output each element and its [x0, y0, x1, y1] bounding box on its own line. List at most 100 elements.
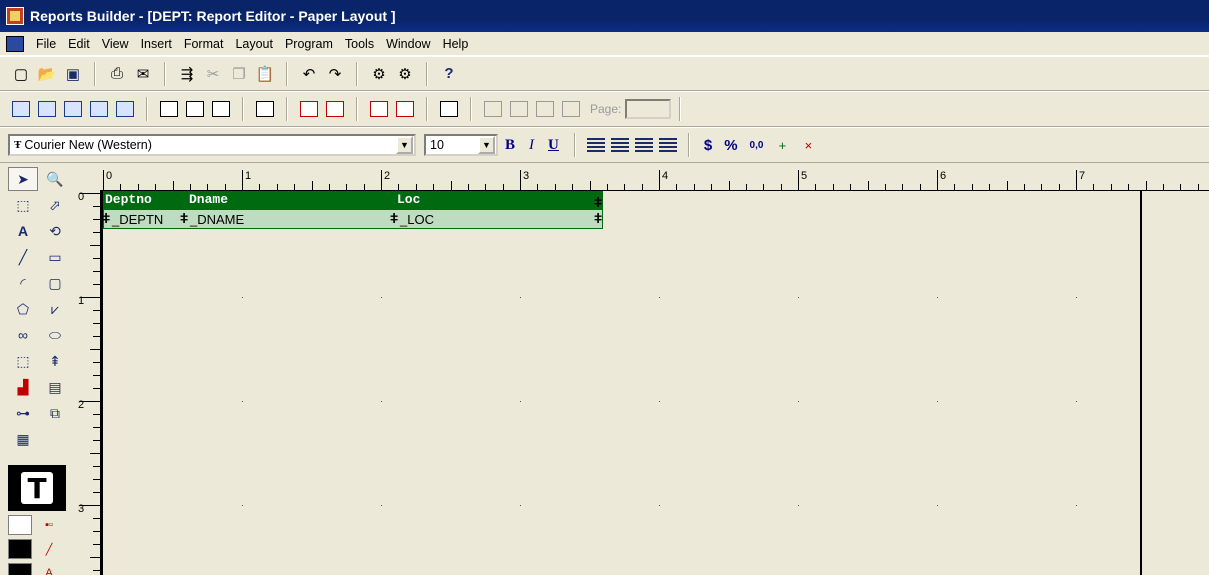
polyline-tool-icon[interactable]: ⩗	[40, 297, 70, 321]
field-dname[interactable]: _DNAME	[190, 212, 244, 227]
chevron-down-icon[interactable]: ▼	[478, 136, 495, 154]
cut-icon[interactable]: ✂	[202, 63, 224, 85]
align-center-icon[interactable]	[610, 138, 629, 152]
query-tool-icon[interactable]: ▦	[8, 427, 38, 451]
frame-select-tool-icon[interactable]: ⬚	[8, 193, 38, 217]
menu-layout[interactable]: Layout	[229, 35, 279, 53]
underline-button[interactable]: U	[548, 137, 559, 154]
polygon-tool-icon[interactable]: ⬠	[8, 297, 38, 321]
header-section-icon[interactable]	[158, 98, 180, 120]
text-color-swatch[interactable]	[8, 563, 32, 575]
bring-forward-icon[interactable]	[368, 98, 390, 120]
paper-layout-icon[interactable]	[62, 98, 84, 120]
repeating-frame[interactable]: ǂ _DEPTN ǂ _DNAME ǂ _LOC ǂ ǂ	[102, 194, 603, 229]
fill-color-icon[interactable]: ▪▫	[38, 515, 60, 535]
confine-mode-icon[interactable]	[254, 98, 276, 120]
menu-insert[interactable]: Insert	[135, 35, 178, 53]
button-tool-icon[interactable]: ⧉	[40, 401, 70, 425]
paper-design-icon[interactable]	[88, 98, 110, 120]
line-color-swatch[interactable]	[8, 539, 32, 559]
link-file-tool-icon[interactable]: ⊶	[8, 401, 38, 425]
chart-tool-icon[interactable]: ▟	[8, 375, 38, 399]
select-parent-icon[interactable]	[324, 98, 346, 120]
font-name-select[interactable]: Ŧ Courier New (Western) ▼	[8, 134, 416, 156]
menu-tools[interactable]: Tools	[339, 35, 380, 53]
line-tool-icon[interactable]: ╱	[8, 245, 38, 269]
rectangle-tool-icon[interactable]: ▭	[40, 245, 70, 269]
field-loc[interactable]: _LOC	[400, 212, 434, 227]
freehand-tool-icon[interactable]: ∞	[8, 323, 38, 347]
print-icon[interactable]: ⎙	[106, 63, 128, 85]
percent-button[interactable]: %	[724, 137, 737, 154]
paste-icon[interactable]: 📋	[254, 63, 276, 85]
frame-tool-icon[interactable]: ⬚	[8, 349, 38, 373]
open-icon[interactable]: 📂	[36, 63, 58, 85]
send-backward-icon[interactable]	[394, 98, 416, 120]
flex-mode-icon[interactable]	[298, 98, 320, 120]
menu-help[interactable]: Help	[437, 35, 475, 53]
align-objects-icon[interactable]	[438, 98, 460, 120]
help-icon[interactable]: ?	[438, 63, 460, 85]
mail-icon[interactable]: ✉	[132, 63, 154, 85]
header-frame[interactable]: Deptno Dname Loc	[103, 191, 603, 209]
grid-dot	[659, 505, 660, 506]
text-tool-preview[interactable]: T	[8, 465, 66, 511]
next-page-icon[interactable]	[534, 98, 556, 120]
chevron-down-icon[interactable]: ▼	[396, 136, 413, 154]
copy-icon[interactable]: ❐	[228, 63, 250, 85]
menu-window[interactable]: Window	[380, 35, 436, 53]
previous-page-icon[interactable]	[508, 98, 530, 120]
save-icon[interactable]: ▣	[62, 63, 84, 85]
currency-button[interactable]: $	[704, 137, 712, 154]
page-number-input[interactable]	[625, 99, 672, 119]
align-right-icon[interactable]	[634, 138, 653, 152]
menu-format[interactable]: Format	[178, 35, 230, 53]
last-page-icon[interactable]	[560, 98, 582, 120]
menu-view[interactable]: View	[96, 35, 135, 53]
commas-button[interactable]: 0,0	[750, 140, 764, 151]
ellipse-tool-icon[interactable]: ⬭	[40, 323, 70, 347]
data-model-icon[interactable]	[10, 98, 32, 120]
add-decimal-icon[interactable]: +	[771, 134, 793, 156]
font-size-select[interactable]: 10 ▼	[424, 134, 498, 156]
label-loc[interactable]: Loc	[397, 192, 420, 207]
arc-tool-icon[interactable]: ◜	[8, 271, 38, 295]
run-web-icon[interactable]: ⚙	[394, 63, 416, 85]
justify-icon[interactable]	[658, 138, 677, 152]
italic-button[interactable]: I	[529, 137, 534, 154]
field-tool-icon[interactable]: ▤	[40, 375, 70, 399]
align-left-icon[interactable]	[586, 138, 605, 152]
paper-layout-canvas[interactable]: Deptno Dname Loc ǂ _DEPTN ǂ _DNAME ǂ _LO…	[100, 191, 1209, 575]
menu-edit[interactable]: Edit	[62, 35, 96, 53]
web-source-icon[interactable]	[36, 98, 58, 120]
rotate-tool-icon[interactable]: ⟲	[40, 219, 70, 243]
new-icon[interactable]: ▢	[10, 63, 32, 85]
menu-file[interactable]: File	[30, 35, 62, 53]
undo-icon[interactable]: ↶	[298, 63, 320, 85]
repeating-frame-tool-icon[interactable]: ⇞	[40, 349, 70, 373]
fill-color-swatch[interactable]	[8, 515, 32, 535]
trailer-section-icon[interactable]	[210, 98, 232, 120]
first-page-icon[interactable]	[482, 98, 504, 120]
ruler-label: 3	[523, 170, 530, 182]
magnify-tool-icon[interactable]: 🔍	[40, 167, 70, 191]
parameter-form-icon[interactable]	[114, 98, 136, 120]
menu-program[interactable]: Program	[279, 35, 339, 53]
rounded-rectangle-tool-icon[interactable]: ▢	[40, 271, 70, 295]
ruler-tick	[728, 181, 730, 190]
bold-button[interactable]: B	[505, 137, 515, 154]
select-tool-icon[interactable]: ➤	[8, 167, 38, 191]
run-report-icon[interactable]: ⚙	[368, 63, 390, 85]
redo-icon[interactable]: ↷	[324, 63, 346, 85]
text-color-icon[interactable]: A	[38, 563, 60, 575]
line-color-icon[interactable]: ╱	[38, 539, 60, 559]
remove-decimal-icon[interactable]: ×	[797, 134, 819, 156]
text-tool-icon[interactable]: A	[8, 219, 38, 243]
main-section-icon[interactable]	[184, 98, 206, 120]
reshape-tool-icon[interactable]: ⬀	[40, 193, 70, 217]
label-deptno[interactable]: Deptno	[105, 192, 152, 207]
field-deptno[interactable]: _DEPTN	[112, 212, 163, 227]
label-dname[interactable]: Dname	[189, 192, 228, 207]
paste-special-icon[interactable]: ⇶	[176, 63, 198, 85]
document-icon[interactable]	[6, 35, 24, 52]
